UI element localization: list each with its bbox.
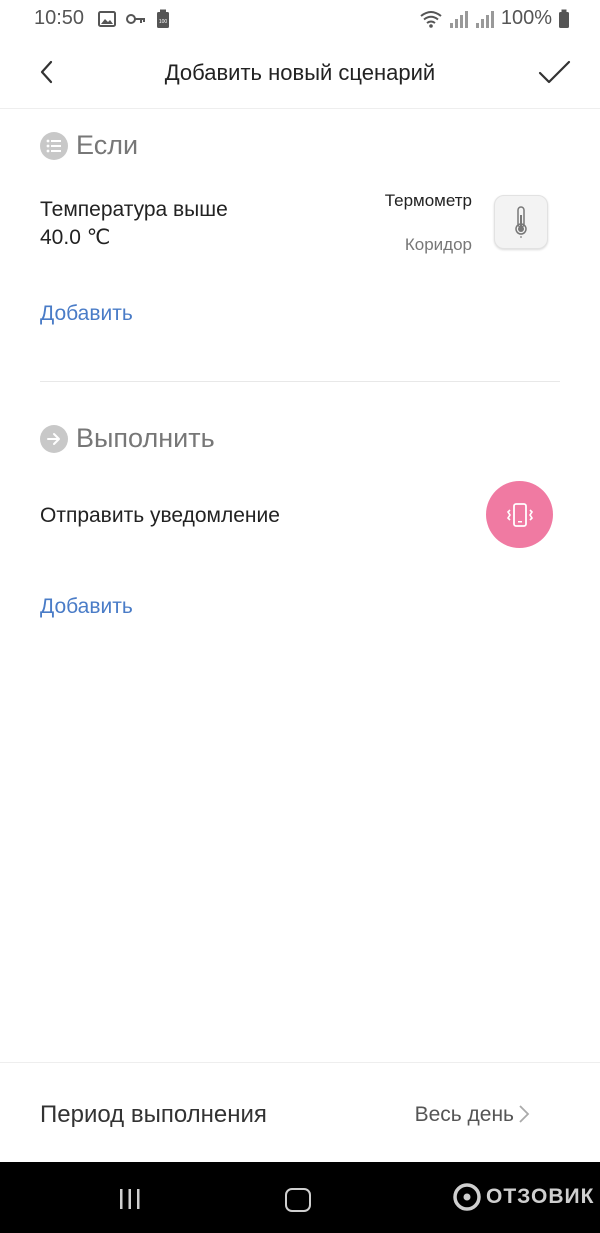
if-section-header: Если xyxy=(40,130,138,161)
watermark-text: ОТЗОВИК xyxy=(486,1185,595,1208)
period-value: Весь день xyxy=(414,1103,514,1126)
if-section-title: Если xyxy=(76,130,139,160)
signal-icon-2 xyxy=(475,10,494,28)
battery-percent: 100% xyxy=(500,7,552,29)
condition-item[interactable]: Температура выше 40.0 ℃ xyxy=(40,196,340,252)
add-action-link[interactable]: Добавить xyxy=(40,595,133,619)
watermark-logo-icon xyxy=(453,1183,481,1211)
app-header: Добавить новый сценарий xyxy=(0,36,600,109)
battery-saver-icon: 100 xyxy=(157,9,169,28)
condition-line2: 40.0 ℃ xyxy=(40,226,111,249)
key-icon xyxy=(126,14,145,24)
status-right-icons: 100% xyxy=(419,7,570,30)
period-label: Период выполнения xyxy=(40,1101,267,1128)
phone-vibrate-icon xyxy=(506,502,533,527)
status-bar: 10:50 100 100% xyxy=(0,0,600,36)
do-section-title: Выполнить xyxy=(76,423,215,453)
thermometer-device-tile[interactable] xyxy=(494,195,548,249)
notification-action-button[interactable] xyxy=(486,481,553,548)
device-room: Коридор xyxy=(404,235,472,254)
chevron-right-icon xyxy=(519,1105,530,1123)
page-title: Добавить новый сценарий xyxy=(164,60,436,85)
checkmark-icon xyxy=(538,60,571,84)
system-nav-bar: ОТЗОВИК xyxy=(0,1162,600,1233)
section-divider xyxy=(40,381,560,382)
status-time: 10:50 xyxy=(34,7,85,29)
wifi-icon xyxy=(420,10,442,28)
thermometer-icon xyxy=(515,206,527,238)
signal-icon xyxy=(449,10,468,28)
status-left-icons: 100 xyxy=(98,9,170,29)
watermark: ОТЗОВИК xyxy=(452,1182,594,1212)
gallery-icon xyxy=(98,11,116,27)
home-button[interactable] xyxy=(285,1188,311,1212)
condition-line1: Температура выше xyxy=(40,198,228,221)
arrow-right-icon xyxy=(40,424,68,453)
confirm-button[interactable] xyxy=(536,54,572,90)
action-item[interactable]: Отправить уведомление xyxy=(40,504,280,528)
add-condition-link[interactable]: Добавить xyxy=(40,302,133,326)
battery-icon xyxy=(559,9,569,28)
recents-icon[interactable] xyxy=(118,1189,142,1209)
do-section-header: Выполнить xyxy=(40,423,215,454)
execution-period-row[interactable]: Период выполнения Весь день xyxy=(0,1062,600,1163)
device-name: Термометр xyxy=(384,191,472,210)
list-icon xyxy=(40,131,68,160)
battery-badge-text: 100 xyxy=(159,19,168,25)
